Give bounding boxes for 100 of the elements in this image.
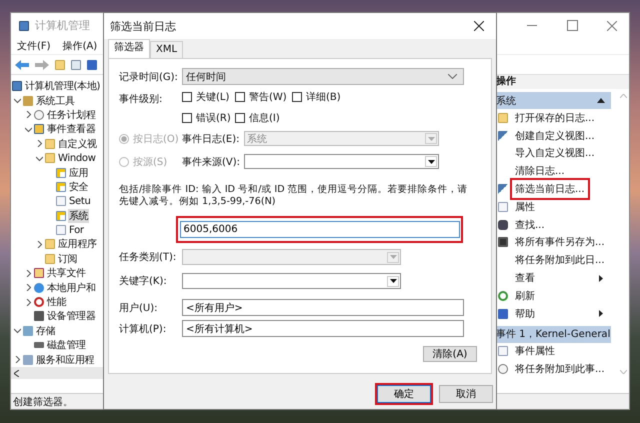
action-item[interactable]: 筛选当前日志...: [513, 181, 587, 198]
clear-button[interactable]: 清除(A): [423, 346, 477, 362]
chevron-icon[interactable]: [36, 240, 43, 248]
caret-icon: [390, 279, 396, 283]
action-item[interactable]: 将所有事件另存为...: [513, 234, 607, 250]
tree-item[interactable]: 任务计划程: [46, 108, 97, 122]
chevron-icon[interactable]: [36, 140, 43, 148]
tree-item[interactable]: 自定义视: [57, 136, 98, 151]
combo-value: 系统: [246, 132, 268, 146]
caret-icon: [428, 136, 434, 140]
tree-item[interactable]: 服务和应用程: [35, 352, 96, 367]
menu-item[interactable]: 文件(F): [17, 39, 51, 53]
action-item[interactable]: 事件属性: [513, 343, 557, 360]
collapse-arrow-icon[interactable]: [597, 98, 605, 103]
id-help-text: 包括/排除事件 ID: 输入 ID 号和/或 ID 范围，使用逗号分隔。若要排除条件，请先键入减号。例如 1,3,5-99,-76(N): [119, 184, 469, 208]
tree-item[interactable]: Window: [57, 152, 97, 164]
checkbox-icon[interactable]: [182, 92, 192, 102]
tree-item[interactable]: 安全: [68, 180, 90, 194]
event-id-field[interactable]: 6005,6006: [180, 221, 460, 238]
tree-item[interactable]: Setu: [68, 196, 92, 207]
tree-item[interactable]: 系统: [68, 208, 90, 223]
field-label: 任务类别(T):: [119, 250, 178, 264]
checkbox-icon[interactable]: [235, 92, 245, 102]
action-item[interactable]: 将任务附加到此日...: [513, 252, 607, 268]
chevron-icon[interactable]: [25, 270, 32, 277]
field-label: 事件来源(V):: [182, 156, 242, 168]
tree-item[interactable]: 计算机管理(本地): [24, 79, 102, 94]
section-header[interactable]: 系统: [495, 92, 611, 109]
tab[interactable]: XML: [150, 41, 184, 58]
status-text: 创建筛选器。: [13, 396, 73, 408]
folder-icon: [45, 239, 55, 250]
dialog-button[interactable]: 确定: [377, 385, 431, 403]
tree-item[interactable]: For: [68, 224, 85, 236]
tree-item[interactable]: 性能: [46, 295, 68, 310]
tree-item[interactable]: 磁盘管理: [46, 338, 87, 352]
action-item[interactable]: 清除日志...: [513, 163, 567, 180]
chevron-icon[interactable]: [14, 356, 21, 364]
back-arrow-icon[interactable]: [15, 60, 29, 70]
dropdown-button[interactable]: [387, 276, 399, 286]
close-icon: [607, 20, 617, 30]
text-field[interactable]: <所有计算机>: [182, 320, 464, 337]
log-icon: [56, 210, 66, 221]
checkbox-icon[interactable]: [182, 112, 192, 122]
action-item[interactable]: 属性: [513, 198, 537, 215]
level-checkbox[interactable]: 详细(B): [292, 89, 341, 104]
chevron-icon[interactable]: [14, 97, 21, 104]
caret-icon: [428, 160, 434, 164]
field-label: 计算机(P):: [119, 322, 168, 336]
actions-header: 操作: [495, 75, 629, 89]
folder-icon: [45, 153, 55, 164]
chevron-icon[interactable]: [25, 298, 32, 306]
close-icon: [474, 21, 484, 31]
level-checkbox[interactable]: 信息(I): [235, 110, 292, 125]
field-label: 记录时间(G):: [119, 70, 179, 84]
section-title: 系统: [496, 94, 516, 108]
horizontal-scrollbar[interactable]: [11, 367, 103, 379]
window-title: 计算机管理: [35, 18, 90, 33]
tree-item[interactable]: 事件查看器: [46, 122, 97, 136]
action-item[interactable]: 查找...: [513, 216, 547, 233]
pane-icon[interactable]: [71, 60, 81, 70]
scroll-left-icon[interactable]: [14, 370, 19, 376]
folder-icon: [498, 112, 508, 123]
page-icon: [56, 196, 66, 206]
action-item[interactable]: 刷新: [513, 288, 537, 304]
folder-icon: [34, 268, 44, 278]
tree-item[interactable]: 订阅: [57, 252, 78, 266]
tree-item[interactable]: 共享文件: [46, 266, 87, 280]
tab[interactable]: 筛选器: [108, 39, 150, 58]
chevron-icon[interactable]: [25, 126, 32, 133]
action-item[interactable]: 查看: [513, 270, 537, 286]
time-dropdown[interactable]: 任何时间: [182, 68, 464, 85]
action-item[interactable]: 创建自定义视图...: [513, 128, 597, 144]
tree-item[interactable]: 本地用户和: [46, 280, 97, 295]
caret-icon: [390, 255, 396, 259]
action-item[interactable]: 打开保存的日志...: [513, 110, 597, 126]
action-item[interactable]: 将任务附加到此事...: [513, 361, 607, 378]
field-label: 关键字(K):: [119, 274, 168, 288]
tree-item[interactable]: 应用: [68, 166, 90, 180]
dialog-title: 筛选当前日志: [110, 18, 176, 34]
level-checkbox[interactable]: 关键(L): [182, 89, 235, 104]
chevron-icon[interactable]: [14, 327, 21, 334]
chevron-icon[interactable]: [36, 154, 43, 162]
checkbox-icon[interactable]: [292, 92, 302, 102]
menu-item[interactable]: 操作(A): [62, 39, 98, 53]
tree-item[interactable]: 应用程序: [57, 237, 98, 252]
level-checkbox[interactable]: 错误(R): [182, 110, 235, 125]
log-icon: [56, 168, 66, 178]
chevron-icon[interactable]: [25, 284, 32, 292]
checkbox-icon[interactable]: [235, 112, 245, 122]
action-item[interactable]: 帮助: [513, 306, 537, 322]
action-item[interactable]: 导入自定义视图...: [513, 145, 597, 162]
tree-item[interactable]: 设备管理器: [46, 309, 97, 324]
text-field[interactable]: <所有用户>: [182, 299, 464, 316]
chevron-icon[interactable]: [25, 111, 32, 118]
dialog-button[interactable]: 取消: [439, 385, 493, 403]
page-icon: [56, 225, 66, 236]
tree-item[interactable]: 存储: [35, 324, 56, 338]
level-checkbox[interactable]: 警告(W): [235, 89, 292, 104]
tree-item[interactable]: 系统工具: [35, 94, 76, 108]
log-icon: [56, 182, 66, 192]
